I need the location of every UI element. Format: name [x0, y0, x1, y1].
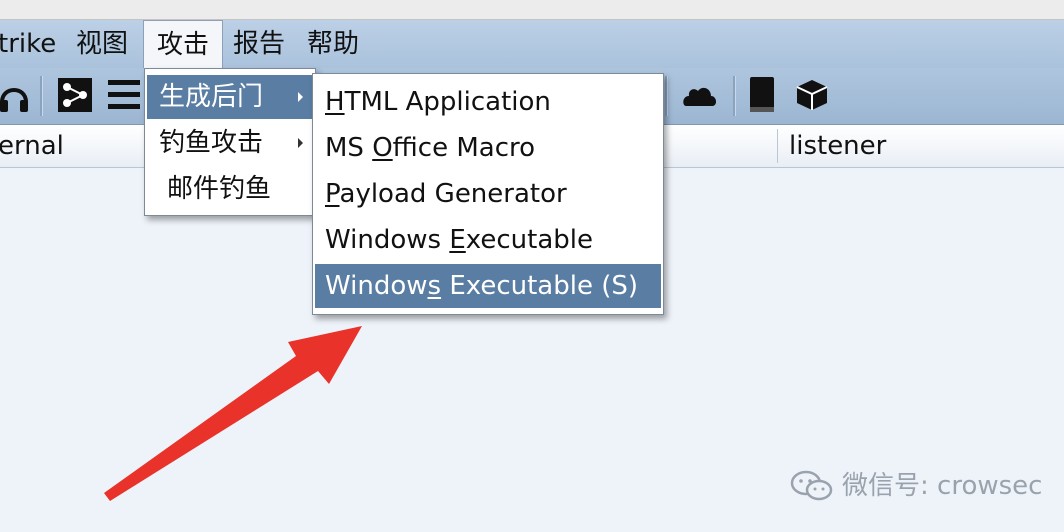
watermark-text: 微信号: crowsec	[842, 471, 1043, 501]
annotation-arrow	[104, 326, 362, 501]
wechat-icon	[790, 470, 833, 501]
